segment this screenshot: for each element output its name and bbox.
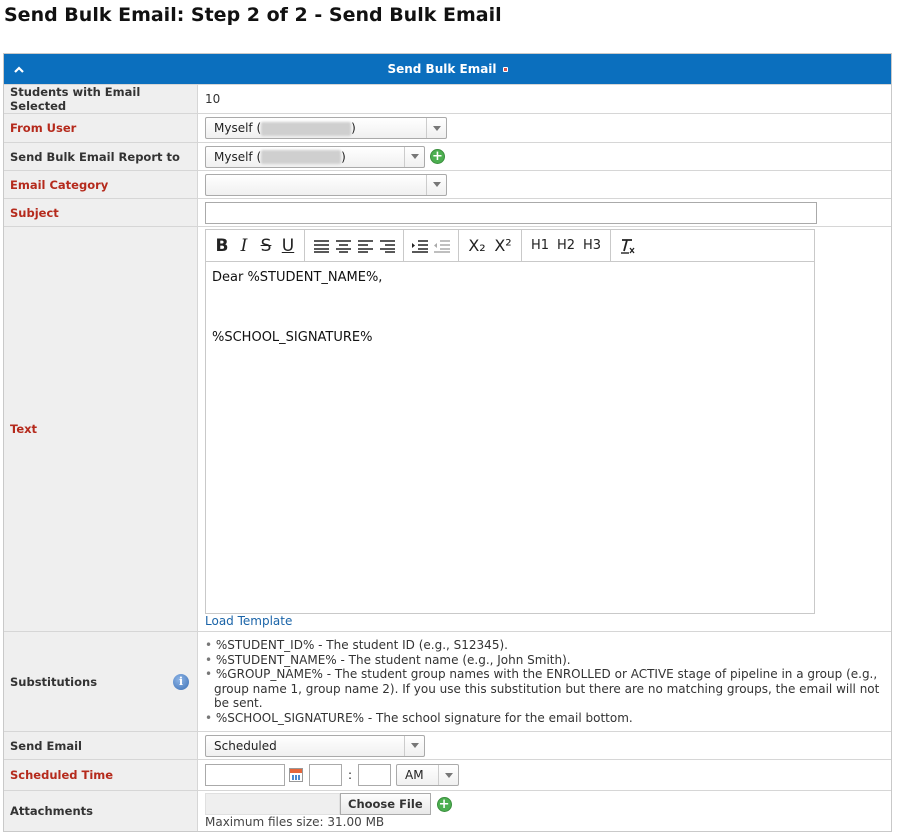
info-icon[interactable]: i [173, 673, 189, 690]
bold-button[interactable]: B [211, 234, 233, 258]
students-selected-label: Students with Email Selected [4, 85, 198, 113]
row-attachments: Attachments Choose File + Maximum files … [4, 790, 891, 831]
chevron-down-icon [404, 146, 424, 167]
hour-input[interactable] [309, 764, 342, 786]
substitutions-label: Substitutions [10, 674, 98, 689]
required-marker-icon [502, 67, 508, 72]
indent-icon[interactable] [409, 234, 431, 258]
row-scheduled-time: Scheduled Time : AM [4, 759, 891, 790]
report-to-select[interactable]: Myself () [205, 145, 425, 168]
heading-3-button[interactable]: H3 [579, 234, 605, 258]
email-category-label: Email Category [4, 171, 198, 198]
report-to-label: Send Bulk Email Report to [4, 143, 198, 170]
subject-label: Subject [4, 199, 198, 226]
superscript-button[interactable]: X² [490, 234, 516, 258]
from-user-select[interactable]: Myself () [205, 117, 447, 139]
send-email-label: Send Email [4, 732, 198, 759]
clear-formatting-icon[interactable] [616, 234, 638, 258]
editor-toolbar: B I S U X₂ X² H1 H2 H3 [206, 230, 814, 262]
row-send-email: Send Email Scheduled [4, 731, 891, 759]
panel-header-title: Send Bulk Email [387, 62, 497, 76]
list-item: %STUDENT_ID% - The student ID (e.g., S12… [205, 638, 885, 653]
report-to-prefix: Myself ( [214, 149, 262, 164]
substitutions-label-cell: Substitutions i [4, 632, 198, 731]
align-right-icon[interactable] [376, 234, 398, 258]
redacted-name [261, 121, 352, 136]
choose-file-button[interactable]: Choose File [340, 793, 431, 815]
row-email-category: Email Category [4, 170, 891, 198]
rich-text-editor: B I S U X₂ X² H1 H2 H3 Dear %STUDENT_NAM… [205, 229, 815, 614]
chevron-down-icon [438, 765, 458, 785]
load-template-link[interactable]: Load Template [205, 614, 292, 628]
scheduled-date-input[interactable] [205, 764, 285, 786]
italic-button[interactable]: I [233, 234, 255, 258]
scheduled-time-label: Scheduled Time [4, 760, 198, 790]
panel-header: Send Bulk Email [4, 54, 891, 84]
add-recipient-icon[interactable]: + [430, 149, 445, 164]
from-user-label: From User [4, 114, 198, 142]
file-name-field [205, 793, 340, 815]
ampm-value: AM [405, 768, 424, 782]
minute-input[interactable] [358, 764, 392, 786]
send-bulk-email-panel: Send Bulk Email Students with Email Sele… [3, 53, 892, 832]
max-file-size-note: Maximum files size: 31.00 MB [205, 815, 385, 829]
editor-line-signature: %SCHOOL_SIGNATURE% [212, 330, 373, 345]
email-category-select[interactable] [205, 173, 447, 196]
list-item: %GROUP_NAME% - The student group names w… [205, 667, 885, 711]
editor-line-greeting: Dear %STUDENT_NAME%, [212, 270, 383, 285]
align-center-icon[interactable] [332, 234, 354, 258]
row-text: Text B I S U X₂ X² H1 H2 H3 Dear %STUDEN… [4, 226, 891, 631]
subject-input[interactable] [205, 201, 817, 224]
outdent-icon[interactable] [431, 234, 453, 258]
align-justify-icon[interactable] [310, 234, 332, 258]
list-item: %STUDENT_NAME% - The student name (e.g.,… [205, 653, 885, 668]
page-title: Send Bulk Email: Step 2 of 2 - Send Bulk… [4, 4, 502, 26]
underline-button[interactable]: U [277, 234, 299, 258]
collapse-chevron-icon[interactable] [12, 54, 26, 84]
from-user-suffix: ) [351, 121, 356, 135]
editor-content[interactable]: Dear %STUDENT_NAME%, %SCHOOL_SIGNATURE% [206, 262, 814, 353]
redacted-name [261, 150, 342, 164]
align-left-icon[interactable] [354, 234, 376, 258]
heading-1-button[interactable]: H1 [527, 234, 553, 258]
from-user-prefix: Myself ( [214, 121, 262, 135]
report-to-suffix: ) [341, 149, 346, 164]
chevron-down-icon [404, 735, 424, 756]
send-email-select[interactable]: Scheduled [205, 734, 425, 757]
text-label: Text [4, 227, 198, 631]
ampm-select[interactable]: AM [396, 764, 460, 786]
calendar-icon[interactable] [289, 768, 303, 782]
row-students-selected: Students with Email Selected 10 [4, 84, 891, 113]
row-from-user: From User Myself () [4, 113, 891, 142]
subscript-button[interactable]: X₂ [464, 234, 490, 258]
strikethrough-button[interactable]: S [255, 234, 277, 258]
send-email-value: Scheduled [214, 738, 277, 753]
time-separator: : [348, 768, 353, 782]
row-report-to: Send Bulk Email Report to Myself () + [4, 142, 891, 170]
list-item: %SCHOOL_SIGNATURE% - The school signatur… [205, 711, 885, 726]
chevron-down-icon [426, 118, 446, 138]
heading-2-button[interactable]: H2 [553, 234, 579, 258]
students-selected-value: 10 [205, 92, 221, 106]
row-substitutions: Substitutions i %STUDENT_ID% - The stude… [4, 631, 891, 731]
substitutions-list: %STUDENT_ID% - The student ID (e.g., S12… [205, 638, 885, 725]
add-attachment-icon[interactable]: + [436, 796, 452, 812]
chevron-down-icon [426, 174, 446, 195]
row-subject: Subject [4, 198, 891, 226]
attachments-label: Attachments [4, 791, 198, 831]
